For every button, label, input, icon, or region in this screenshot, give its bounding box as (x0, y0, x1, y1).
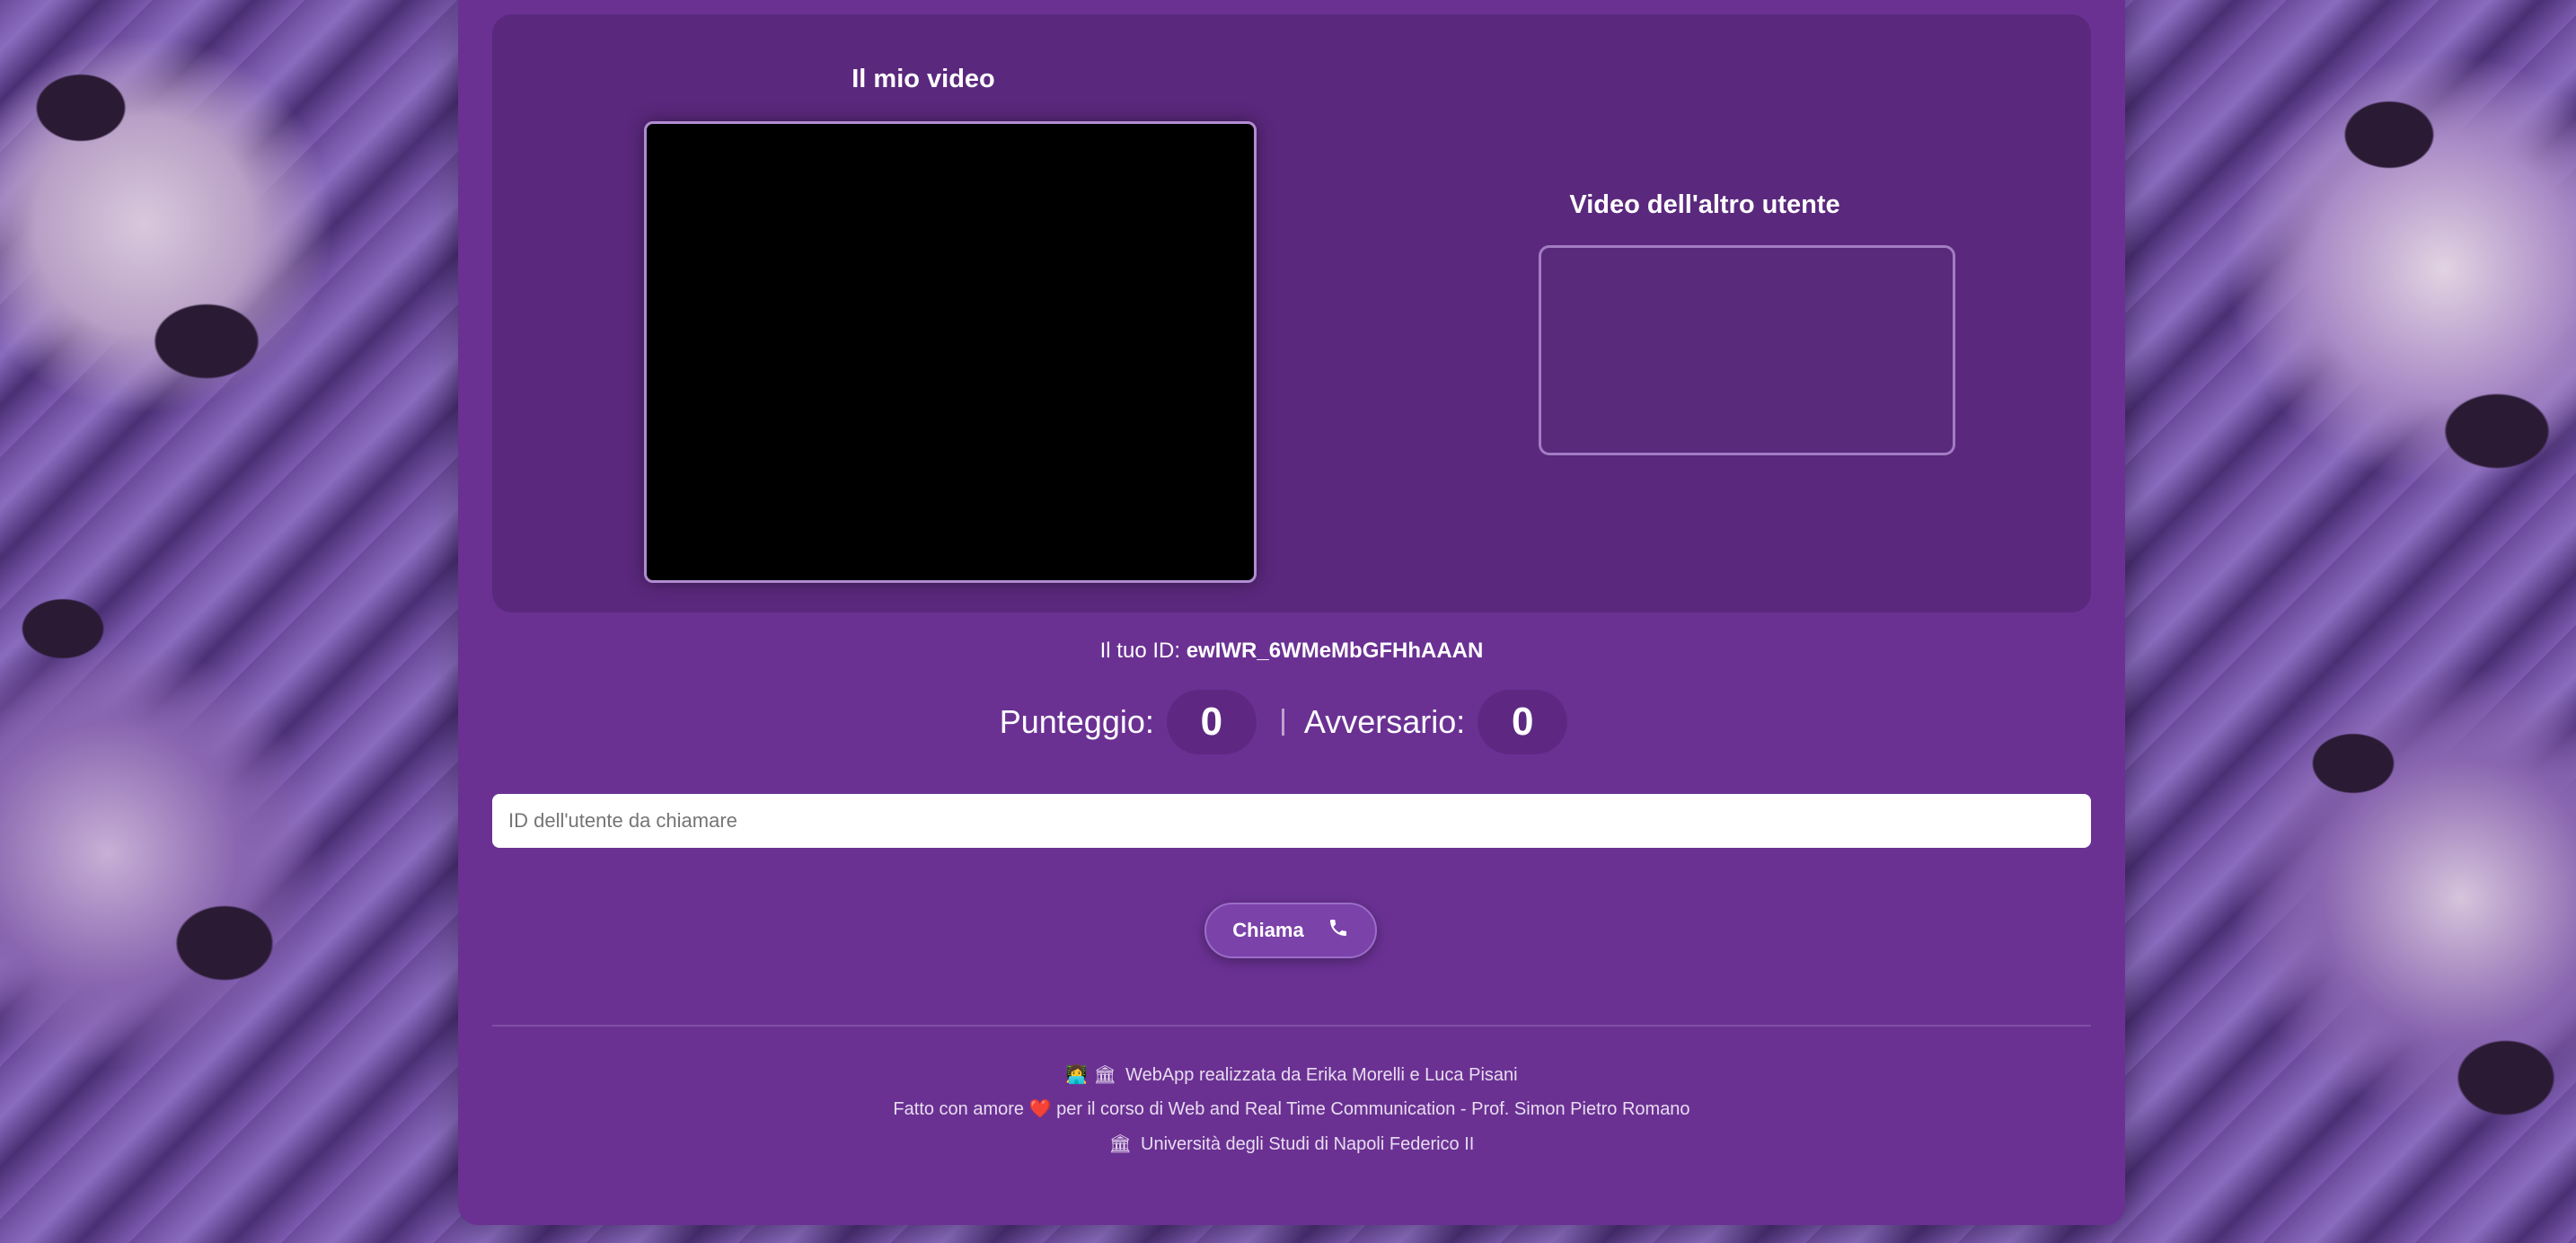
footer-course-before: Fatto con amore (893, 1099, 1025, 1119)
opponent-score-value: 0 (1478, 690, 1568, 754)
other-video-title: Video dell'altro utente (1569, 190, 1840, 219)
user-id-line: Il tuo ID: ewIWR_6WMeMbGFHhAAAN (458, 639, 2125, 664)
opponent-score-label: Avversario: (1303, 703, 1466, 740)
footer-credits-text: WebApp realizzata da Erika Morelli e Luc… (1125, 1065, 1518, 1085)
footer-divider (492, 1025, 2091, 1027)
footer-university-text: Università degli Studi di Napoli Federic… (1141, 1134, 1475, 1154)
my-video-title: Il mio video (851, 65, 995, 93)
scoreboard: Punteggio: 0 Avversario: 0 (458, 690, 2125, 754)
player-score-value: 0 (1166, 690, 1257, 754)
footer-credits: 👩‍💻 🏛 WebApp realizzata da Erika Morelli … (458, 1063, 2125, 1086)
heart-icon: ❤️ (1028, 1098, 1052, 1119)
user-id-value: ewIWR_6WMeMbGFHhAAAN (1186, 639, 1484, 663)
my-video-player[interactable] (644, 121, 1257, 583)
call-button[interactable]: Chiama (1204, 903, 1377, 958)
player-score-label: Punteggio: (999, 703, 1154, 740)
footer-university: 🏛 Università degli Studi di Napoli Federi… (458, 1133, 2125, 1155)
developer-university-icon: 👩‍💻 🏛 (1065, 1063, 1117, 1085)
call-button-label: Chiama (1232, 919, 1304, 941)
user-id-label: Il tuo ID: (1099, 639, 1181, 663)
university-icon: 🏛 (1108, 1133, 1133, 1154)
footer-course: Fatto con amore ❤️ per il corso di Web a… (458, 1098, 2125, 1120)
callee-id-input[interactable] (492, 794, 2091, 848)
remote-video-player[interactable] (1539, 245, 1955, 455)
main-panel: Il mio video Video dell'altro utente Il … (458, 0, 2125, 1225)
score-divider (1281, 709, 1284, 736)
footer-course-after: per il corso di Web and Real Time Commun… (1056, 1099, 1690, 1119)
phone-icon (1328, 917, 1349, 944)
video-section: Il mio video Video dell'altro utente (492, 14, 2091, 613)
